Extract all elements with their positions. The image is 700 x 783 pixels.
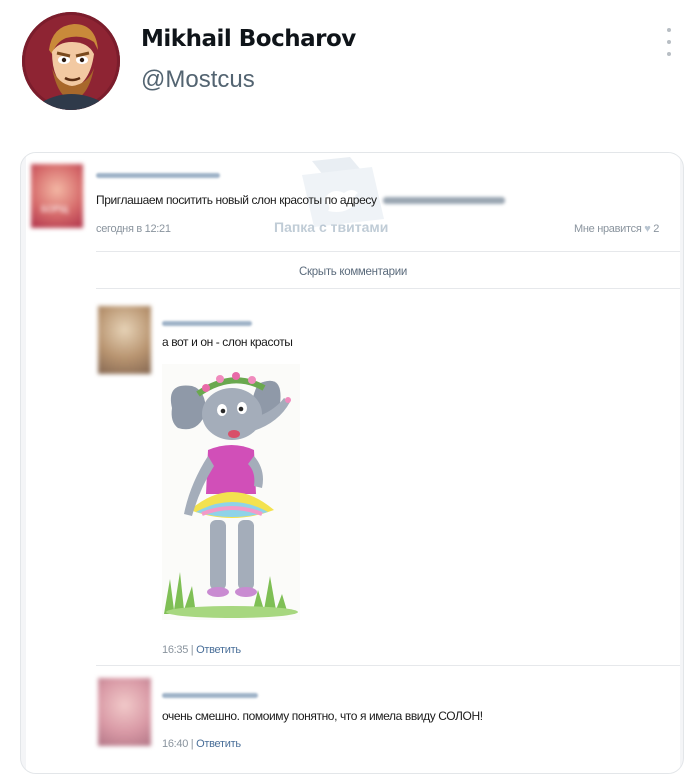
comment-avatar bbox=[98, 306, 151, 374]
like-button[interactable]: Мне нравится ♥ 2 bbox=[574, 223, 659, 235]
more-options-icon[interactable] bbox=[660, 28, 678, 56]
post-time: сегодня в 12:21 bbox=[96, 223, 171, 235]
like-label: Мне нравится bbox=[574, 223, 642, 235]
elephant-in-tutu-image[interactable] bbox=[162, 364, 300, 620]
comment-meta: 16:35 | Ответить bbox=[162, 644, 241, 656]
heart-icon: ♥ bbox=[644, 223, 651, 235]
like-count: 2 bbox=[653, 223, 660, 235]
hide-comments-link[interactable]: Скрыть комментарии bbox=[26, 262, 680, 280]
post-text: Приглашаем поситить новый слон красоты п… bbox=[96, 193, 506, 207]
divider bbox=[96, 288, 680, 289]
comment-author-name-blurred bbox=[162, 321, 252, 326]
comment-time: 16:40 bbox=[162, 738, 189, 750]
blurred-address bbox=[383, 197, 506, 205]
vk-screenshot: Папка с твитами БОРЩ Приглашаем поситить… bbox=[26, 153, 680, 773]
divider bbox=[96, 251, 680, 252]
watermark-text: Папка с твитами bbox=[274, 219, 389, 235]
author-name[interactable]: Mikhail Bocharov bbox=[141, 26, 356, 52]
comment-time: 16:35 bbox=[162, 644, 189, 656]
comment-avatar bbox=[98, 678, 151, 746]
comment-text: а вот и он - слон красоты bbox=[162, 335, 293, 349]
reply-link[interactable]: Ответить bbox=[196, 644, 241, 656]
comment-meta: 16:40 | Ответить bbox=[162, 738, 241, 750]
cartoon-portrait-icon bbox=[22, 12, 120, 110]
post-author-name-blurred bbox=[96, 173, 220, 178]
post-author-avatar: БОРЩ bbox=[31, 164, 83, 228]
post-text-label: Приглашаем поситить новый слон красоты п… bbox=[96, 193, 377, 207]
tweet-photo[interactable]: Папка с твитами БОРЩ Приглашаем поситить… bbox=[20, 152, 684, 774]
reply-link[interactable]: Ответить bbox=[196, 738, 241, 750]
hide-comments-label: Скрыть комментарии bbox=[299, 266, 407, 278]
author-avatar[interactable] bbox=[22, 12, 120, 110]
post-avatar-text: БОРЩ bbox=[41, 204, 69, 214]
author-handle[interactable]: @Mostcus bbox=[141, 66, 356, 94]
tweet-author: Mikhail Bocharov @Mostcus bbox=[141, 26, 356, 94]
divider bbox=[96, 665, 680, 666]
meta-separator: | bbox=[190, 738, 194, 750]
comment-text: очень смешно. помоиму понятно, что я име… bbox=[162, 709, 483, 723]
comment-author-name-blurred bbox=[162, 693, 258, 698]
meta-separator: | bbox=[190, 644, 194, 656]
